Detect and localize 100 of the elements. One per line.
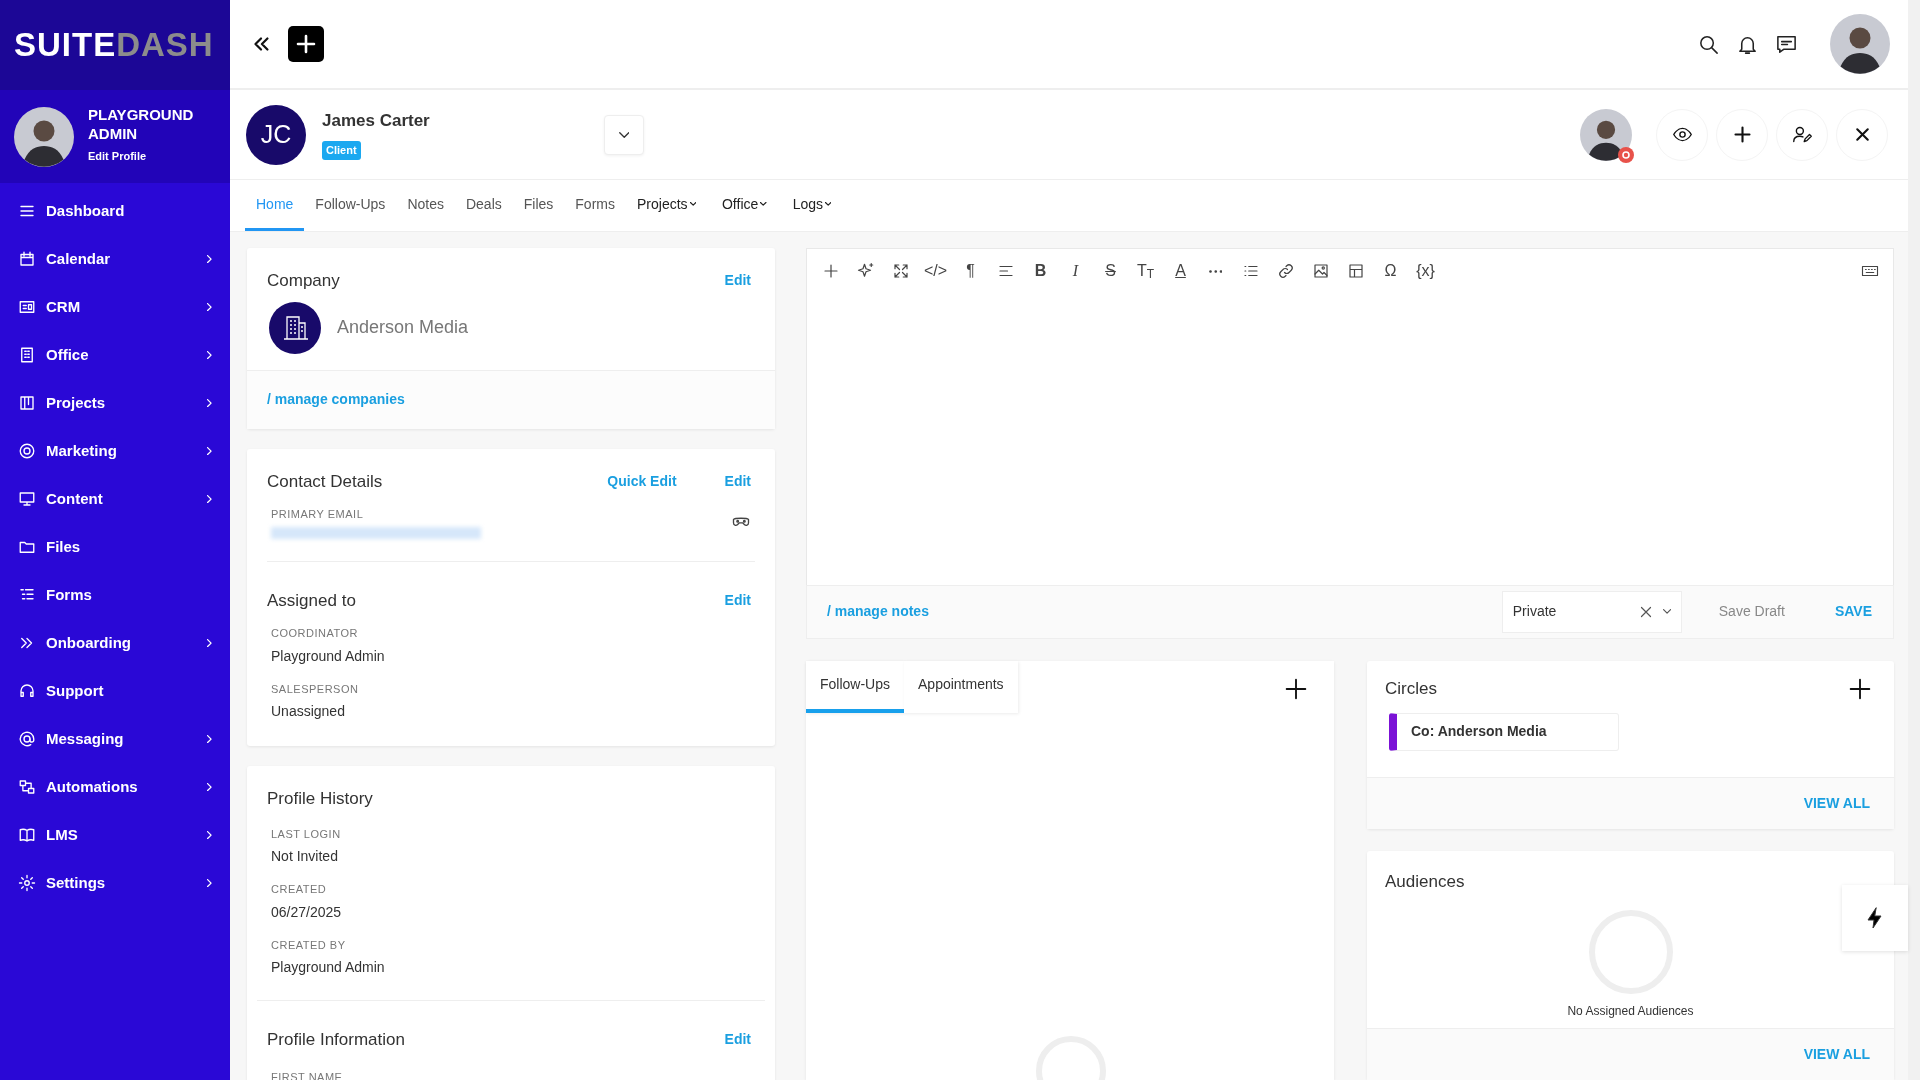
plus-icon — [1731, 124, 1753, 145]
toolbar-button[interactable]: {x} — [1408, 256, 1443, 286]
sidebar-item[interactable]: Projects — [0, 379, 230, 427]
field-label: SALESPERSON — [271, 681, 360, 697]
caret-icon — [760, 202, 767, 206]
add-button[interactable] — [288, 26, 324, 62]
sidebar-item[interactable]: Office — [0, 331, 230, 379]
contact-initials: JC — [246, 104, 306, 165]
toolbar-button[interactable]: B — [1023, 256, 1058, 286]
field-value: Unassigned — [271, 702, 346, 721]
book-icon — [18, 826, 36, 844]
card-title: Profile Information — [267, 1029, 406, 1051]
tab[interactable]: Office — [710, 180, 778, 231]
settings-icon — [18, 874, 36, 892]
field-label: CREATED — [271, 882, 328, 897]
quick-action-button[interactable] — [1842, 885, 1908, 951]
toolbar-button[interactable]: I — [1058, 256, 1093, 286]
chevron-down-icon — [618, 131, 629, 138]
visibility-select[interactable]: Private — [1501, 590, 1682, 633]
sidebar-item[interactable]: Forms — [0, 571, 230, 619]
sidebar-item[interactable]: Marketing — [0, 427, 230, 475]
headset-icon — [18, 682, 36, 700]
chevron-icon — [207, 494, 212, 504]
field-label: LAST LOGIN — [271, 826, 342, 842]
image-icon — [1311, 262, 1330, 280]
chevron-down-icon — [1662, 609, 1671, 614]
avatar — [1580, 108, 1632, 161]
toolbar-button[interactable]: S — [1093, 256, 1128, 286]
sidebar-item[interactable]: Calendar — [0, 235, 230, 283]
tab[interactable]: Forms — [564, 180, 626, 231]
plus-icon — [294, 32, 318, 56]
user-edit-icon — [1791, 124, 1813, 145]
caret-icon — [689, 202, 696, 206]
more-icon — [1208, 269, 1223, 273]
toolbar-button[interactable]: Ω — [1373, 256, 1408, 286]
user-name: PLAYGROUND ADMIN — [88, 105, 195, 144]
sidebar-item[interactable]: Support — [0, 667, 230, 715]
monitor-icon — [18, 490, 36, 508]
field-value: 06/27/2025 — [271, 902, 343, 922]
target-icon — [18, 442, 36, 460]
chevron-icon — [207, 734, 212, 744]
status-badge-icon — [1618, 146, 1634, 163]
sidebar-item[interactable]: LMS — [0, 811, 230, 859]
chevron-icon — [207, 446, 212, 456]
client-badge: Client — [322, 141, 361, 160]
chevron-icon — [207, 830, 212, 840]
tab[interactable]: Projects — [626, 180, 707, 231]
card-title: Audiences — [1385, 870, 1466, 893]
field-label: CREATED BY — [271, 937, 347, 953]
tab[interactable]: Notes — [396, 180, 455, 231]
field-label: FIRST NAME — [271, 1069, 344, 1080]
chevron-icon — [207, 254, 212, 264]
tab[interactable]: Deals — [454, 180, 513, 231]
chevron-icon — [207, 302, 212, 312]
circle-tag[interactable]: Co: Anderson Media — [1389, 712, 1619, 751]
field-value: Not Invited — [271, 847, 339, 866]
chevron-icon — [207, 638, 212, 648]
company-name: Anderson Media — [337, 316, 469, 339]
link-icon — [1276, 262, 1295, 280]
chevron-icon — [207, 782, 212, 792]
empty-message: No Assigned Audiences — [1567, 1003, 1694, 1020]
toolbar-button[interactable]: </> — [918, 256, 953, 286]
tab[interactable]: Logs — [781, 180, 843, 231]
field-label: PRIMARY EMAIL — [271, 507, 365, 522]
save-draft-button[interactable]: Save Draft — [1705, 594, 1798, 630]
chevron-icon — [207, 350, 212, 360]
tab[interactable]: Follow-Ups — [304, 180, 397, 231]
tab[interactable]: Follow-Ups — [806, 660, 904, 713]
avatar[interactable] — [1830, 14, 1890, 74]
sidebar-item[interactable]: Messaging — [0, 715, 230, 763]
sidebar-item[interactable]: CRM — [0, 283, 230, 331]
sidebar-item[interactable]: Dashboard — [0, 187, 230, 235]
card-title: Assigned to — [267, 589, 357, 612]
table-icon — [1346, 262, 1365, 280]
sidebar-item[interactable]: Files — [0, 523, 230, 571]
board-icon — [18, 394, 36, 412]
card-title: Contact Details — [267, 470, 384, 493]
toolbar-button[interactable]: A — [1163, 256, 1198, 286]
card-title: Circles — [1385, 677, 1438, 700]
tab[interactable]: Files — [512, 180, 565, 231]
contact-name: James Carter — [322, 109, 430, 132]
sidebar-item[interactable]: Automations — [0, 763, 230, 811]
id-card-icon — [18, 298, 36, 316]
field-value: Playground Admin — [271, 646, 386, 666]
field-label: COORDINATOR — [271, 626, 359, 641]
flow-icon — [18, 778, 36, 796]
edit-profile-link[interactable]: Edit Profile — [88, 150, 147, 163]
at-sign-icon — [18, 730, 36, 748]
toolbar-button[interactable]: T$_{T}$ — [1128, 256, 1163, 286]
expand-icon — [891, 262, 910, 280]
chevron-icon — [207, 398, 212, 408]
sidebar-item[interactable]: Content — [0, 475, 230, 523]
sidebar-item[interactable]: Settings — [0, 859, 230, 907]
company-logo — [269, 301, 321, 354]
logo: SUITEDASH — [14, 25, 214, 66]
toolbar-button[interactable]: ¶ — [953, 256, 988, 286]
field-value: Playground Admin — [271, 958, 386, 977]
calendar-icon — [18, 250, 36, 268]
text-editor[interactable]: </> ¶ B I S T$_{T}$ A Ω {x} — [806, 248, 1894, 585]
sidebar-item[interactable]: Onboarding — [0, 619, 230, 667]
